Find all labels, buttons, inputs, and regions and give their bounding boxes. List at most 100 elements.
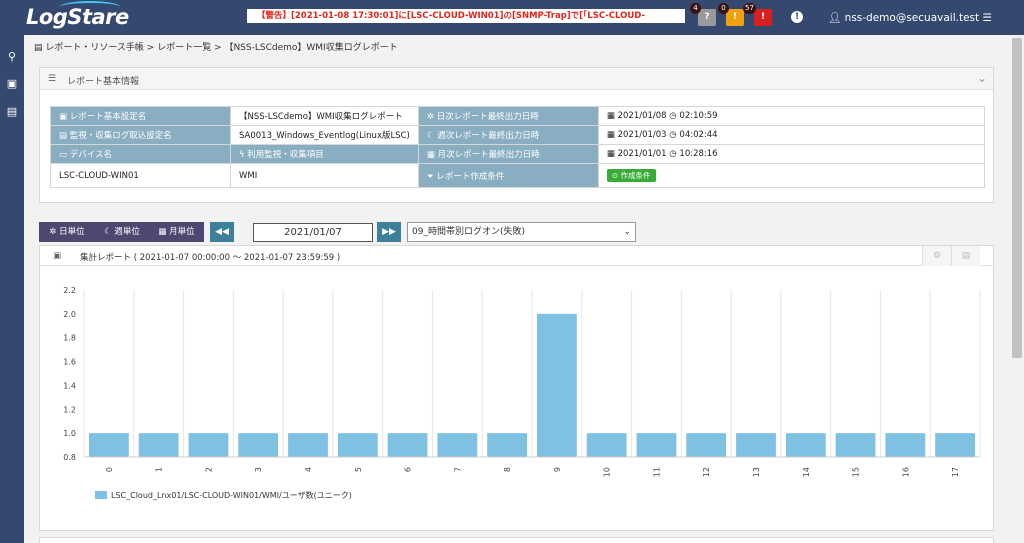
list-icon: ☰ xyxy=(48,74,57,84)
moon-icon: ☾ xyxy=(104,227,115,237)
help-badge-count: 4 xyxy=(690,3,701,14)
document-icon[interactable]: ▤ xyxy=(5,105,19,119)
x-tick-label: 3 xyxy=(254,467,263,472)
bar xyxy=(835,433,876,457)
label-monitor-setting: ▤ 監視・収集ログ取込設定名 xyxy=(50,125,231,145)
bar xyxy=(736,433,776,457)
basic-info-panel: ☰ レポート基本情報 ⌄ ▣ レポート基本設定名 【NSS-LSCdemo】WM… xyxy=(39,67,994,203)
top-bar: LogStare 【警告】[2021-01-08 17:30:01]に[LSC-… xyxy=(0,0,1024,35)
x-tick-label: 13 xyxy=(752,467,761,477)
x-tick-label: 0 xyxy=(105,467,114,472)
user-menu[interactable]: 👤︎ nss-demo@secuavail.test ☰ xyxy=(828,11,992,24)
y-tick-label: 2.0 xyxy=(63,310,76,319)
report-select[interactable]: 09_時間帯別ログオン(失敗) ⌄ xyxy=(407,222,636,242)
report-select-value: 09_時間帯別ログオン(失敗) xyxy=(412,227,525,237)
x-tick-label: 11 xyxy=(652,467,661,477)
date-input[interactable]: 2021/01/07 xyxy=(253,223,373,242)
breadcrumb-icon: ▤ xyxy=(34,43,46,53)
monthly-button[interactable]: ▦ 月単位 xyxy=(149,222,204,242)
bar xyxy=(586,433,627,457)
bar xyxy=(238,433,279,457)
scrollbar-thumb[interactable] xyxy=(1012,38,1022,358)
value-report-setting: 【NSS-LSCdemo】WMI収集ログレポート xyxy=(230,106,419,126)
report-icon[interactable]: ▣ xyxy=(5,77,19,91)
next-date-button[interactable]: ▶▶ xyxy=(377,222,401,242)
help-badge-icon[interactable]: ? xyxy=(698,9,716,26)
label-monitor-items: ϟ 利用監視・収集項目 xyxy=(230,144,419,164)
bar xyxy=(785,433,826,457)
alert-ticker[interactable]: 【警告】[2021-01-08 17:30:01]に[LSC-CLOUD-WIN… xyxy=(247,9,685,23)
user-name: nss-demo@secuavail.test xyxy=(844,12,980,24)
label-daily-last: ✲ 日次レポート最終出力日時 xyxy=(417,106,599,126)
bar xyxy=(88,433,129,457)
x-tick-label: 7 xyxy=(453,467,462,472)
create-condition-button[interactable]: ⊙ 作成条件 xyxy=(606,169,656,182)
report-panel-header: ▣ 集計レポート ( 2021-01-07 00:00:00 ～ 2021-01… xyxy=(40,246,993,266)
table-row: LSC-CLOUD-WIN01 WMI ⏷ レポート作成条件 ⊙ 作成条件 xyxy=(50,163,986,188)
label-weekly-last: ☾ 週次レポート最終出力日時 xyxy=(417,125,599,145)
bar xyxy=(885,433,926,457)
prev-date-button[interactable]: ◀◀ xyxy=(210,222,234,242)
x-tick-label: 2 xyxy=(204,467,213,472)
x-tick-label: 8 xyxy=(503,467,512,472)
daily-button[interactable]: ✲ 日単位 xyxy=(39,222,95,242)
value-monitor-items: WMI xyxy=(230,163,419,188)
bar xyxy=(935,433,976,457)
report-panel: ▣ 集計レポート ( 2021-01-07 00:00:00 ～ 2021-01… xyxy=(39,245,994,531)
weekly-button[interactable]: ☾ 週単位 xyxy=(95,222,149,242)
warning-badge-icon[interactable]: ! xyxy=(726,9,744,26)
value-monitor-setting: SA0013_Windows_Eventlog(Linux版LSC) xyxy=(230,125,419,145)
value-weekly-last: ▦ 2021/01/03 ◷ 04:02:44 xyxy=(597,125,986,145)
x-tick-label: 14 xyxy=(802,467,811,477)
error-badge-count: 57 xyxy=(743,3,756,14)
bar xyxy=(138,433,179,457)
breadcrumb: ▤ レポート・リソース手帳 > レポート一覧 > 【NSS-LSCdemo】WM… xyxy=(34,40,398,53)
table-row: ▭ デバイス名 ϟ 利用監視・収集項目 ▦ 月次レポート最終出力日時 ▦ 202… xyxy=(50,144,986,164)
label-report-setting: ▣ レポート基本設定名 xyxy=(50,106,231,126)
report-panel-title: 集計レポート ( 2021-01-07 00:00:00 ～ 2021-01-0… xyxy=(80,253,341,263)
basic-info-table: ▣ レポート基本設定名 【NSS-LSCdemo】WMI収集ログレポート ✲ 日… xyxy=(50,106,986,188)
value-daily-last: ▦ 2021/01/08 ◷ 02:10:59 xyxy=(597,106,986,126)
y-tick-label: 1.0 xyxy=(63,429,76,438)
legend-swatch xyxy=(95,491,107,499)
x-tick-label: 12 xyxy=(702,467,711,477)
bar xyxy=(387,433,428,457)
legend-label: LSC_Cloud_Lnx01/LSC-CLOUD-WIN01/WMI/ユーザ数… xyxy=(111,490,352,500)
bar xyxy=(686,433,727,457)
user-icon: 👤︎ xyxy=(828,12,845,24)
calendar-icon: ▦ xyxy=(158,227,170,237)
x-tick-label: 5 xyxy=(354,467,363,472)
error-badge-icon[interactable]: ! xyxy=(754,9,772,26)
bar xyxy=(636,433,677,457)
bar-chart: 0.81.01.21.41.61.82.02.20 1 2 3 4 5 6 7 8 9 10 11 12… xyxy=(63,286,981,500)
bar xyxy=(536,313,577,457)
x-tick-label: 6 xyxy=(404,467,413,472)
menu-icon: ☰ xyxy=(979,12,992,24)
y-tick-label: 1.4 xyxy=(63,381,76,390)
basic-info-title: レポート基本情報 xyxy=(67,77,140,87)
bar xyxy=(487,433,528,457)
x-tick-label: 10 xyxy=(603,467,612,477)
gear-icon: ✲ xyxy=(49,227,60,237)
basic-info-header[interactable]: ☰ レポート基本情報 ⌄ xyxy=(40,68,993,90)
x-tick-label: 16 xyxy=(901,467,910,477)
y-tick-label: 1.6 xyxy=(63,358,76,367)
chevron-down-icon[interactable]: ⌄ xyxy=(977,71,987,85)
search-icon[interactable]: ⚲ xyxy=(5,50,19,64)
breadcrumb-text[interactable]: レポート・リソース手帳 > レポート一覧 > 【NSS-LSCdemo】WMI収… xyxy=(45,43,397,53)
settings-icon[interactable]: ⚙ xyxy=(922,246,951,266)
label-monthly-last: ▦ 月次レポート最終出力日時 xyxy=(417,144,599,164)
x-tick-label: 4 xyxy=(304,467,313,472)
logo[interactable]: LogStare xyxy=(26,5,129,29)
value-monthly-last: ▦ 2021/01/01 ◷ 10:28:16 xyxy=(597,144,986,164)
info-icon[interactable]: ! xyxy=(791,11,803,23)
chart-icon: ▣ xyxy=(53,251,62,261)
y-tick-label: 1.8 xyxy=(63,334,76,343)
label-report-condition: ⏷ レポート作成条件 xyxy=(417,163,599,188)
x-tick-label: 1 xyxy=(155,467,164,472)
table-row: ▤ 監視・収集ログ取込設定名 SA0013_Windows_Eventlog(L… xyxy=(50,125,986,145)
table-row: ▣ レポート基本設定名 【NSS-LSCdemo】WMI収集ログレポート ✲ 日… xyxy=(50,106,986,126)
sidebar: ⚲ ▣ ▤ xyxy=(0,35,24,543)
warning-badge-count: 0 xyxy=(718,3,729,14)
pdf-icon[interactable]: ▤ xyxy=(951,246,980,266)
